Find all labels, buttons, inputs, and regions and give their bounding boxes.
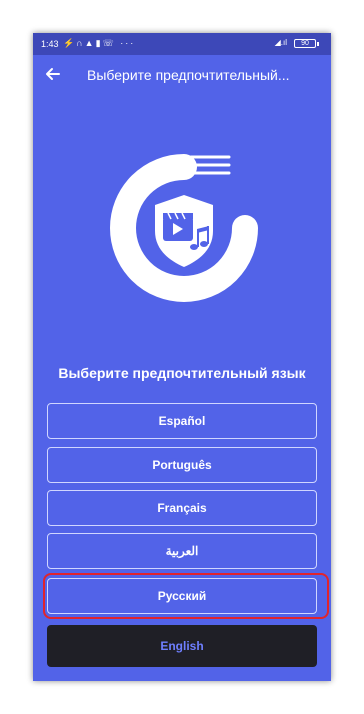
battery-icon: 90 (294, 39, 316, 48)
language-option-spanish[interactable]: Español (47, 403, 317, 439)
language-label: English (160, 639, 204, 653)
highlight-frame (43, 573, 329, 619)
language-option-english[interactable]: English (47, 625, 317, 667)
status-bar: 1:43 ⚡∩▲▮☏ ··· ◢.ıl 90 (33, 33, 331, 55)
status-notification-icons: ⚡∩▲▮☏ ··· (63, 38, 136, 48)
app-bar: Выберите предпочтительный... (33, 55, 331, 93)
language-option-french[interactable]: Français (47, 490, 317, 526)
language-label: العربية (165, 544, 199, 558)
language-label: Français (157, 501, 207, 515)
arrow-left-icon[interactable] (43, 64, 63, 84)
signal-icon: ◢.ıl (274, 38, 287, 47)
battery-tip (317, 42, 319, 46)
page-heading: Выберите предпочтительный язык (58, 365, 306, 381)
language-label: Português (152, 458, 212, 472)
language-option-arabic[interactable]: العربية (47, 533, 317, 569)
language-option-portuguese[interactable]: Português (47, 447, 317, 483)
phone-screen: 1:43 ⚡∩▲▮☏ ··· ◢.ıl 90 Выберите предпочт… (33, 33, 331, 681)
app-bar-title: Выберите предпочтительный... (87, 67, 290, 83)
status-time: 1:43 (41, 39, 59, 49)
language-label: Español (158, 414, 206, 428)
app-logo-icon (110, 154, 258, 302)
